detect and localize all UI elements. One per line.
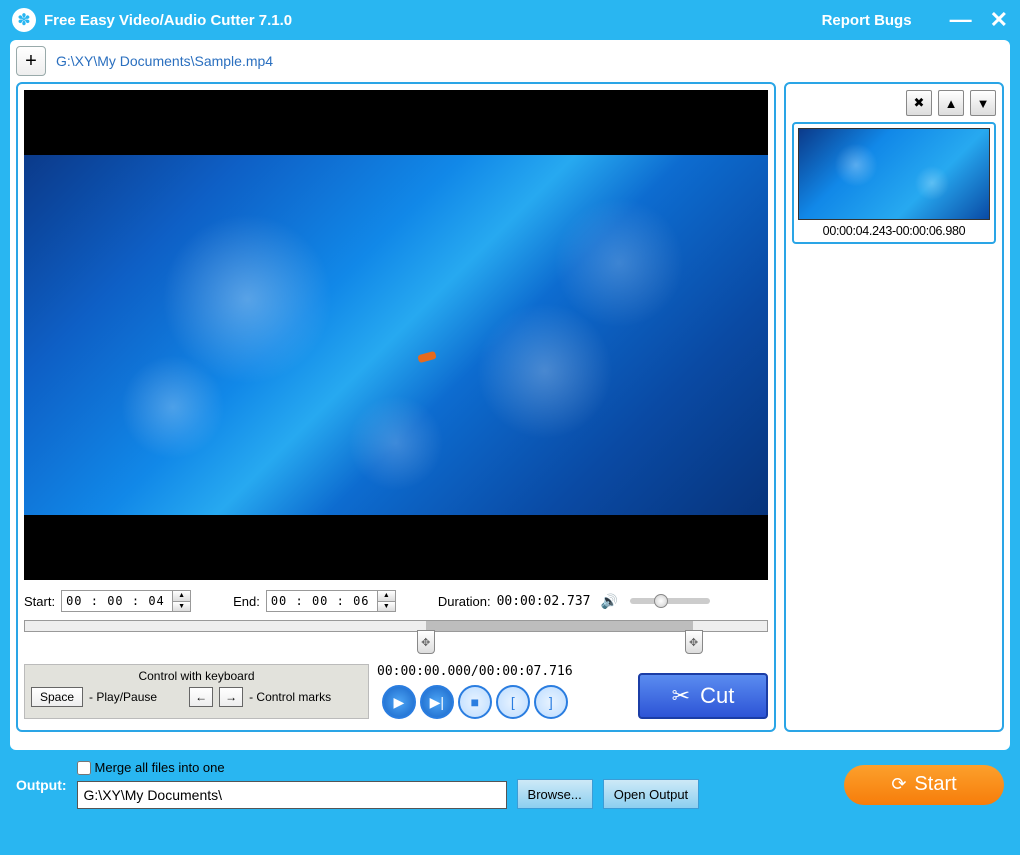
minimize-button[interactable]: — bbox=[950, 7, 972, 33]
scissors-icon: ✂ bbox=[672, 683, 690, 709]
report-bugs-link[interactable]: Report Bugs bbox=[822, 12, 912, 29]
start-marker[interactable]: ✥ bbox=[417, 630, 435, 654]
duration-value: 00:00:02.737 bbox=[497, 594, 591, 609]
keyboard-heading: Control with keyboard bbox=[31, 669, 362, 683]
end-label: End: bbox=[233, 594, 260, 609]
space-desc: - Play/Pause bbox=[89, 690, 157, 704]
end-time-spinner[interactable]: ▲▼ bbox=[378, 590, 396, 612]
video-preview[interactable] bbox=[24, 90, 768, 580]
mark-out-button[interactable]: ] bbox=[534, 685, 568, 719]
right-key: → bbox=[219, 687, 243, 707]
playback-timecode: 00:00:00.000/00:00:07.716 bbox=[377, 664, 573, 679]
merge-checkbox[interactable] bbox=[77, 761, 91, 775]
clip-range: 00:00:04.243-00:00:06.980 bbox=[798, 224, 990, 238]
app-logo-icon: ✽ bbox=[12, 8, 36, 32]
space-key: Space bbox=[31, 687, 83, 707]
cut-button[interactable]: ✂ Cut bbox=[638, 673, 768, 719]
volume-icon[interactable]: 🔊 bbox=[601, 593, 618, 610]
window-title: Free Easy Video/Audio Cutter 7.1.0 bbox=[44, 12, 822, 29]
keyboard-panel: Control with keyboard Space - Play/Pause… bbox=[24, 664, 369, 719]
cut-label: Cut bbox=[700, 683, 734, 709]
remove-clip-button[interactable]: ✖ bbox=[906, 90, 932, 116]
merge-label: Merge all files into one bbox=[95, 760, 225, 775]
clip-item[interactable]: 00:00:04.243-00:00:06.980 bbox=[792, 122, 996, 244]
end-time-input[interactable] bbox=[266, 590, 378, 612]
file-path: G:\XY\My Documents\Sample.mp4 bbox=[56, 53, 273, 69]
browse-button[interactable]: Browse... bbox=[517, 779, 593, 809]
volume-slider[interactable] bbox=[630, 598, 710, 604]
start-time-input[interactable] bbox=[61, 590, 173, 612]
output-path-input[interactable] bbox=[77, 781, 507, 809]
preview-panel: Start: ▲▼ End: ▲▼ Duration: 00:00:02.737… bbox=[16, 82, 776, 732]
refresh-icon: ⟳ bbox=[891, 774, 906, 795]
move-up-button[interactable]: ▲ bbox=[938, 90, 964, 116]
clips-panel: ✖ ▲ ▼ 00:00:04.243-00:00:06.980 bbox=[784, 82, 1004, 732]
play-button[interactable]: ▶ bbox=[382, 685, 416, 719]
start-button[interactable]: ⟳ Start bbox=[844, 765, 1004, 805]
timeline[interactable]: ✥ ✥ bbox=[24, 620, 768, 660]
merge-checkbox-row[interactable]: Merge all files into one bbox=[77, 760, 700, 775]
duration-label: Duration: bbox=[438, 594, 491, 609]
add-file-button[interactable]: + bbox=[16, 46, 46, 76]
left-key: ← bbox=[189, 687, 213, 707]
start-time-spinner[interactable]: ▲▼ bbox=[173, 590, 191, 612]
start-label: Start bbox=[914, 773, 956, 796]
end-marker[interactable]: ✥ bbox=[685, 630, 703, 654]
start-label: Start: bbox=[24, 594, 55, 609]
open-output-button[interactable]: Open Output bbox=[603, 779, 699, 809]
output-label: Output: bbox=[16, 777, 67, 793]
marks-desc: - Control marks bbox=[249, 690, 331, 704]
move-down-button[interactable]: ▼ bbox=[970, 90, 996, 116]
stop-button[interactable]: ■ bbox=[458, 685, 492, 719]
mark-in-button[interactable]: [ bbox=[496, 685, 530, 719]
next-frame-button[interactable]: ▶| bbox=[420, 685, 454, 719]
clip-thumbnail bbox=[798, 128, 990, 220]
close-button[interactable]: ✕ bbox=[990, 7, 1008, 33]
